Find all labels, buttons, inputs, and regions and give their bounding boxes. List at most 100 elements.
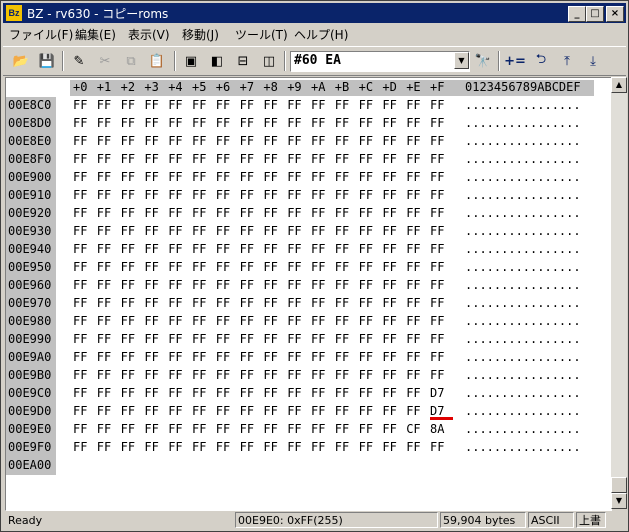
hex-byte[interactable]: FF <box>121 115 135 132</box>
hex-byte[interactable]: FF <box>382 421 396 438</box>
hex-byte[interactable]: FF <box>311 241 325 258</box>
hex-byte[interactable]: FF <box>335 277 349 294</box>
hex-byte[interactable]: FF <box>192 331 206 348</box>
hex-byte[interactable]: FF <box>335 439 349 456</box>
chevron-down-icon[interactable]: ▼ <box>454 52 469 69</box>
hex-byte[interactable]: FF <box>430 223 444 240</box>
hex-byte[interactable]: FF <box>144 115 158 132</box>
hex-byte[interactable]: FF <box>97 331 111 348</box>
hex-byte[interactable]: FF <box>73 421 87 438</box>
hex-byte[interactable]: FF <box>168 241 182 258</box>
hex-byte[interactable]: FF <box>73 331 87 348</box>
search-input[interactable]: #60 EA <box>294 53 341 68</box>
hex-byte[interactable]: FF <box>121 403 135 420</box>
hex-byte[interactable]: FF <box>192 313 206 330</box>
add-assign-icon[interactable]: += <box>504 51 526 71</box>
hex-byte[interactable]: FF <box>144 151 158 168</box>
hex-byte[interactable]: FF <box>335 97 349 114</box>
hex-byte[interactable]: FF <box>382 205 396 222</box>
hex-byte[interactable]: FF <box>382 115 396 132</box>
hex-byte[interactable]: FF <box>335 169 349 186</box>
hex-byte[interactable]: FF <box>168 97 182 114</box>
hex-byte[interactable]: FF <box>73 349 87 366</box>
hex-byte[interactable]: FF <box>311 115 325 132</box>
hex-editor-view[interactable]: +0 +1 +2 +3 +4 +5 +6 +7 +8 +9 +A +B +C +D +E +F 01234567… <box>5 77 612 511</box>
hex-byte[interactable]: FF <box>359 277 373 294</box>
hex-byte[interactable]: FF <box>263 349 277 366</box>
hex-byte[interactable]: FF <box>168 385 182 402</box>
hex-byte[interactable]: FF <box>359 385 373 402</box>
hex-byte[interactable]: FF <box>382 169 396 186</box>
hex-byte[interactable]: FF <box>311 277 325 294</box>
hex-byte[interactable]: FF <box>287 385 301 402</box>
menu-view[interactable]: 表示(V) <box>128 26 170 43</box>
hex-byte[interactable]: FF <box>263 439 277 456</box>
hex-byte[interactable]: FF <box>240 151 254 168</box>
hex-byte[interactable]: FF <box>311 403 325 420</box>
hex-byte[interactable]: FF <box>311 349 325 366</box>
hex-byte[interactable]: FF <box>263 421 277 438</box>
hex-byte[interactable]: FF <box>311 133 325 150</box>
hex-byte[interactable]: FF <box>73 241 87 258</box>
hex-byte[interactable]: FF <box>406 223 420 240</box>
hex-byte[interactable]: FF <box>406 313 420 330</box>
hex-byte[interactable]: FF <box>406 259 420 276</box>
hex-byte[interactable]: FF <box>240 187 254 204</box>
hex-byte[interactable]: FF <box>168 349 182 366</box>
hex-byte[interactable]: FF <box>144 385 158 402</box>
hex-byte[interactable]: D7 <box>430 403 444 420</box>
hex-byte[interactable]: FF <box>287 97 301 114</box>
hex-byte[interactable]: FF <box>311 385 325 402</box>
hex-byte[interactable]: FF <box>73 403 87 420</box>
hex-byte[interactable]: FF <box>240 241 254 258</box>
hex-byte[interactable]: FF <box>97 205 111 222</box>
hex-byte[interactable]: FF <box>240 421 254 438</box>
scroll-thumb[interactable] <box>611 477 627 493</box>
hex-byte[interactable]: FF <box>430 169 444 186</box>
hex-byte[interactable]: FF <box>121 277 135 294</box>
hex-byte[interactable]: FF <box>216 187 230 204</box>
hex-byte[interactable]: FF <box>382 277 396 294</box>
hex-byte[interactable]: FF <box>121 259 135 276</box>
hex-byte[interactable]: FF <box>168 133 182 150</box>
hex-byte[interactable]: FF <box>359 331 373 348</box>
hex-byte[interactable]: FF <box>73 97 87 114</box>
hex-byte[interactable]: FF <box>121 295 135 312</box>
hex-byte[interactable]: FF <box>263 115 277 132</box>
hex-byte[interactable]: FF <box>192 97 206 114</box>
hex-byte[interactable]: FF <box>216 421 230 438</box>
hex-byte[interactable]: FF <box>168 259 182 276</box>
hex-byte[interactable]: FF <box>311 421 325 438</box>
hex-byte[interactable]: FF <box>168 439 182 456</box>
close-button[interactable]: × <box>606 6 624 22</box>
hex-byte[interactable]: FF <box>73 187 87 204</box>
hex-byte[interactable]: FF <box>73 133 87 150</box>
hex-byte[interactable]: FF <box>121 331 135 348</box>
cut-icon[interactable]: ✂ <box>95 51 115 71</box>
open-folder-icon[interactable]: 📂 <box>11 51 31 71</box>
hex-byte[interactable]: FF <box>144 259 158 276</box>
hex-byte[interactable]: FF <box>287 205 301 222</box>
hex-byte[interactable]: FF <box>168 277 182 294</box>
hex-byte[interactable]: FF <box>97 133 111 150</box>
hex-byte[interactable]: FF <box>168 403 182 420</box>
hex-byte[interactable]: FF <box>240 403 254 420</box>
hex-byte[interactable]: FF <box>73 439 87 456</box>
jump-top-icon[interactable]: ⤒ <box>557 51 577 71</box>
hex-byte[interactable]: FF <box>240 205 254 222</box>
hex-byte[interactable]: FF <box>168 331 182 348</box>
hex-byte[interactable]: FF <box>240 349 254 366</box>
hex-byte[interactable]: FF <box>97 403 111 420</box>
hex-byte[interactable]: FF <box>311 259 325 276</box>
hex-byte[interactable]: FF <box>406 385 420 402</box>
hex-byte[interactable]: FF <box>216 349 230 366</box>
hex-byte[interactable]: FF <box>311 295 325 312</box>
hex-byte[interactable]: FF <box>192 241 206 258</box>
hex-byte[interactable]: FF <box>144 331 158 348</box>
hex-byte[interactable]: FF <box>240 223 254 240</box>
hex-byte[interactable]: FF <box>216 259 230 276</box>
hex-byte[interactable]: FF <box>216 133 230 150</box>
hex-byte[interactable]: FF <box>144 187 158 204</box>
hex-byte[interactable]: FF <box>97 367 111 384</box>
hex-byte[interactable]: FF <box>168 313 182 330</box>
